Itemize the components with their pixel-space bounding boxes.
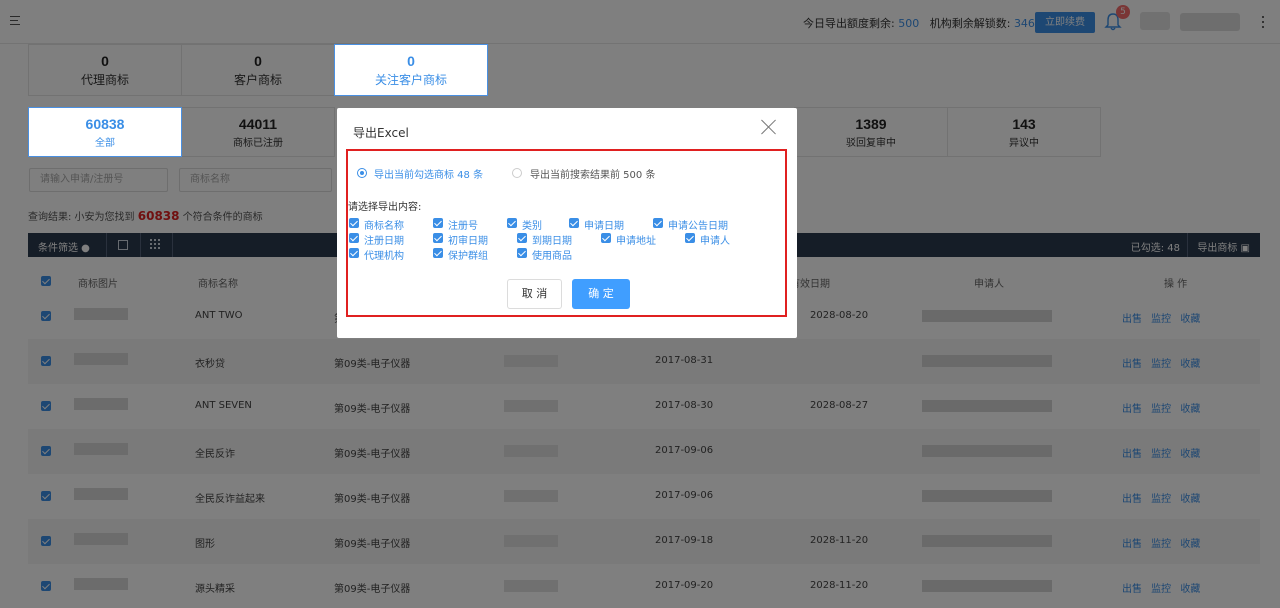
dialog-title: 导出Excel — [353, 126, 409, 140]
export-selected-label[interactable]: 导出当前勾选商标 48 条 — [374, 166, 483, 181]
cancel-button[interactable]: 取 消 — [507, 279, 562, 309]
select-content-label: 请选择导出内容: — [348, 202, 422, 213]
export-search-label[interactable]: 导出当前搜索结果前 500 条 — [530, 166, 655, 181]
tab-followed-client-trademarks[interactable]: 0 关注客户商标 — [334, 44, 488, 96]
tab-all[interactable]: 60838 全部 — [28, 107, 182, 157]
export-excel-dialog: 导出Excel 导出当前勾选商标 48 条 导出当前搜索结果前 500 条 请选… — [337, 108, 797, 338]
export-options-highlight: 导出当前勾选商标 48 条 导出当前搜索结果前 500 条 请选择导出内容: 商… — [346, 149, 787, 317]
export-search-radio[interactable] — [512, 168, 522, 178]
confirm-button[interactable]: 确 定 — [572, 279, 630, 309]
export-selected-radio[interactable] — [357, 168, 367, 178]
close-icon[interactable] — [761, 119, 777, 135]
